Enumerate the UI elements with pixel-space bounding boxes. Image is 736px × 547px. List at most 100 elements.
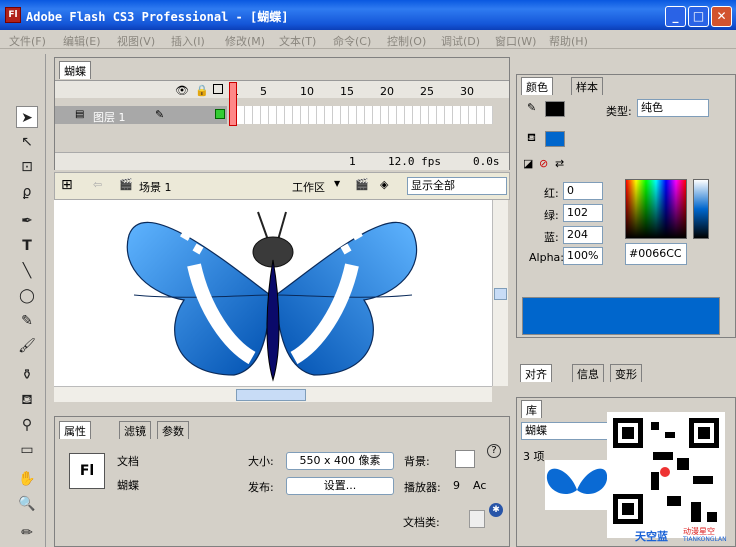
close-button[interactable]: ✕ [711, 6, 732, 27]
outline-icon[interactable] [213, 84, 223, 94]
color-preview [522, 297, 720, 335]
edit-bar: ⊞ ⇦ 🎬 场景 1 工作区 ▼ 🎬 ◈ 显示全部 [54, 172, 510, 200]
frame-cells[interactable] [237, 106, 493, 124]
timeline-toggle-icon[interactable]: ⊞ [61, 177, 73, 193]
tab-filters[interactable]: 滤镜 [119, 421, 151, 439]
green-input[interactable]: 102 [563, 204, 603, 222]
stroke-color-swatch[interactable] [545, 101, 565, 117]
line-tool-icon[interactable]: ╲ [16, 260, 38, 282]
bg-color-swatch[interactable] [455, 450, 475, 468]
swap-colors-icon[interactable]: ⇄ [555, 157, 564, 170]
eye-icon[interactable]: 👁 [175, 84, 189, 97]
edit-symbol-icon[interactable]: ◈ [380, 178, 388, 191]
selection-tool-icon[interactable]: ➤ [16, 106, 38, 128]
no-color-icon[interactable]: ⊘ [539, 157, 548, 170]
subselection-tool-icon[interactable]: ↖ [16, 131, 38, 153]
menu-edit[interactable]: 编辑(E) [63, 33, 101, 49]
fill-type-value: 纯色 [641, 101, 663, 114]
tab-transform[interactable]: 变形 [610, 364, 642, 382]
lasso-tool-icon[interactable]: ϼ [16, 181, 38, 203]
current-frame: 1 [349, 155, 356, 168]
tab-info[interactable]: 信息 [572, 364, 604, 382]
tab-color[interactable]: 颜色 [521, 77, 553, 95]
menu-insert[interactable]: 插入(I) [171, 33, 205, 49]
menu-modify[interactable]: 修改(M) [225, 33, 265, 49]
menu-commands[interactable]: 命令(C) [333, 33, 371, 49]
red-input[interactable]: 0 [563, 182, 603, 200]
library-preview [545, 460, 609, 510]
doc-name: 蝴蝶 [117, 479, 139, 492]
menu-view[interactable]: 视图(V) [117, 33, 155, 49]
color-spectrum[interactable] [625, 179, 687, 239]
menu-debug[interactable]: 调试(D) [441, 33, 480, 49]
hand-tool-icon[interactable]: ✋ [16, 468, 38, 490]
publish-label: 发布: [248, 481, 274, 494]
menu-help[interactable]: 帮助(H) [549, 33, 588, 49]
fill-type-select[interactable]: 纯色 [637, 99, 709, 117]
red-label: 红: [544, 187, 559, 200]
accessibility-icon[interactable]: ✱ [489, 503, 503, 517]
brightness-slider[interactable] [693, 179, 709, 239]
brush-tool-icon[interactable]: 🖌 [16, 335, 38, 357]
menu-text[interactable]: 文本(T) [279, 33, 316, 49]
menu-control[interactable]: 控制(O) [387, 33, 426, 49]
elapsed-time: 0.0s [473, 155, 500, 168]
pen-tool-icon[interactable]: ✒ [16, 210, 38, 232]
tab-parameters[interactable]: 参数 [157, 421, 189, 439]
scroll-thumb[interactable] [494, 288, 507, 300]
toolbox: ➤ ↖ ⊡ ϼ ✒ T ╲ ◯ ✎ 🖌 ⚱ ⛾ ⚲ ▭ ✋ 🔍 ✏ [4, 54, 46, 547]
edit-scene-icon[interactable]: 🎬 [355, 178, 369, 191]
fill-color-swatch[interactable] [545, 131, 565, 147]
pencil-tool-icon[interactable]: ✎ [16, 310, 38, 332]
text-tool-icon[interactable]: T [16, 235, 38, 257]
layer-color-icon [215, 109, 225, 119]
library-doc-select[interactable]: 蝴蝶 [521, 422, 617, 440]
vertical-scrollbar[interactable] [492, 200, 508, 386]
default-colors-icon[interactable]: ◪ [523, 157, 533, 170]
eraser-tool-icon[interactable]: ▭ [16, 439, 38, 461]
horizontal-scrollbar[interactable] [54, 386, 492, 402]
hex-input[interactable]: #0066CC [625, 243, 687, 265]
pencil-icon: ✎ [155, 108, 165, 121]
minimize-button[interactable]: _ [665, 6, 686, 27]
scroll-thumb[interactable] [236, 389, 306, 401]
stroke-color-icon[interactable]: ✏ [16, 522, 38, 544]
frame-number: 15 [340, 85, 354, 98]
help-icon[interactable]: ? [487, 444, 501, 458]
tab-properties[interactable]: 属性 [59, 421, 91, 439]
player-label: 播放器: [404, 481, 441, 494]
tab-swatches[interactable]: 样本 [571, 77, 603, 95]
menu-window[interactable]: 窗口(W) [495, 33, 536, 49]
stage-canvas[interactable] [54, 200, 492, 386]
maximize-button[interactable]: □ [688, 6, 709, 27]
free-transform-tool-icon[interactable]: ⊡ [16, 156, 38, 178]
layer-name[interactable]: 图层 1 [93, 109, 126, 125]
back-arrow-icon[interactable]: ⇦ [93, 178, 102, 191]
size-button[interactable]: 550 x 400 像素 [286, 452, 394, 470]
tab-library[interactable]: 库 [521, 400, 542, 418]
blue-input[interactable]: 204 [563, 226, 603, 244]
playhead[interactable] [229, 82, 237, 126]
ink-bottle-tool-icon[interactable]: ⚱ [16, 364, 38, 386]
doc-class-field[interactable] [469, 510, 485, 528]
paint-bucket-tool-icon[interactable]: ⛾ [16, 389, 38, 411]
eyedropper-tool-icon[interactable]: ⚲ [16, 414, 38, 436]
alpha-label: Alpha: [529, 251, 564, 264]
chevron-down-icon[interactable]: ▼ [334, 179, 340, 188]
tab-align[interactable]: 对齐 [520, 364, 552, 382]
scene-name[interactable]: 场景 1 [139, 179, 172, 195]
oval-tool-icon[interactable]: ◯ [16, 285, 38, 307]
bg-label: 背景: [404, 455, 430, 468]
alpha-input[interactable]: 100% [563, 247, 603, 265]
zoom-select[interactable]: 显示全部 [407, 177, 507, 195]
menu-file[interactable]: 文件(F) [9, 33, 46, 49]
qr-code [613, 418, 719, 524]
tab-document[interactable]: 蝴蝶 [59, 61, 91, 79]
zoom-tool-icon[interactable]: 🔍 [16, 493, 38, 515]
window-title: Adobe Flash CS3 Professional - [蝴蝶] [26, 10, 289, 24]
settings-button[interactable]: 设置... [286, 477, 394, 495]
workspace-menu[interactable]: 工作区 [292, 179, 325, 195]
green-label: 绿: [544, 209, 559, 222]
lock-icon[interactable]: 🔒 [195, 84, 209, 97]
butterfly-preview [546, 468, 608, 495]
